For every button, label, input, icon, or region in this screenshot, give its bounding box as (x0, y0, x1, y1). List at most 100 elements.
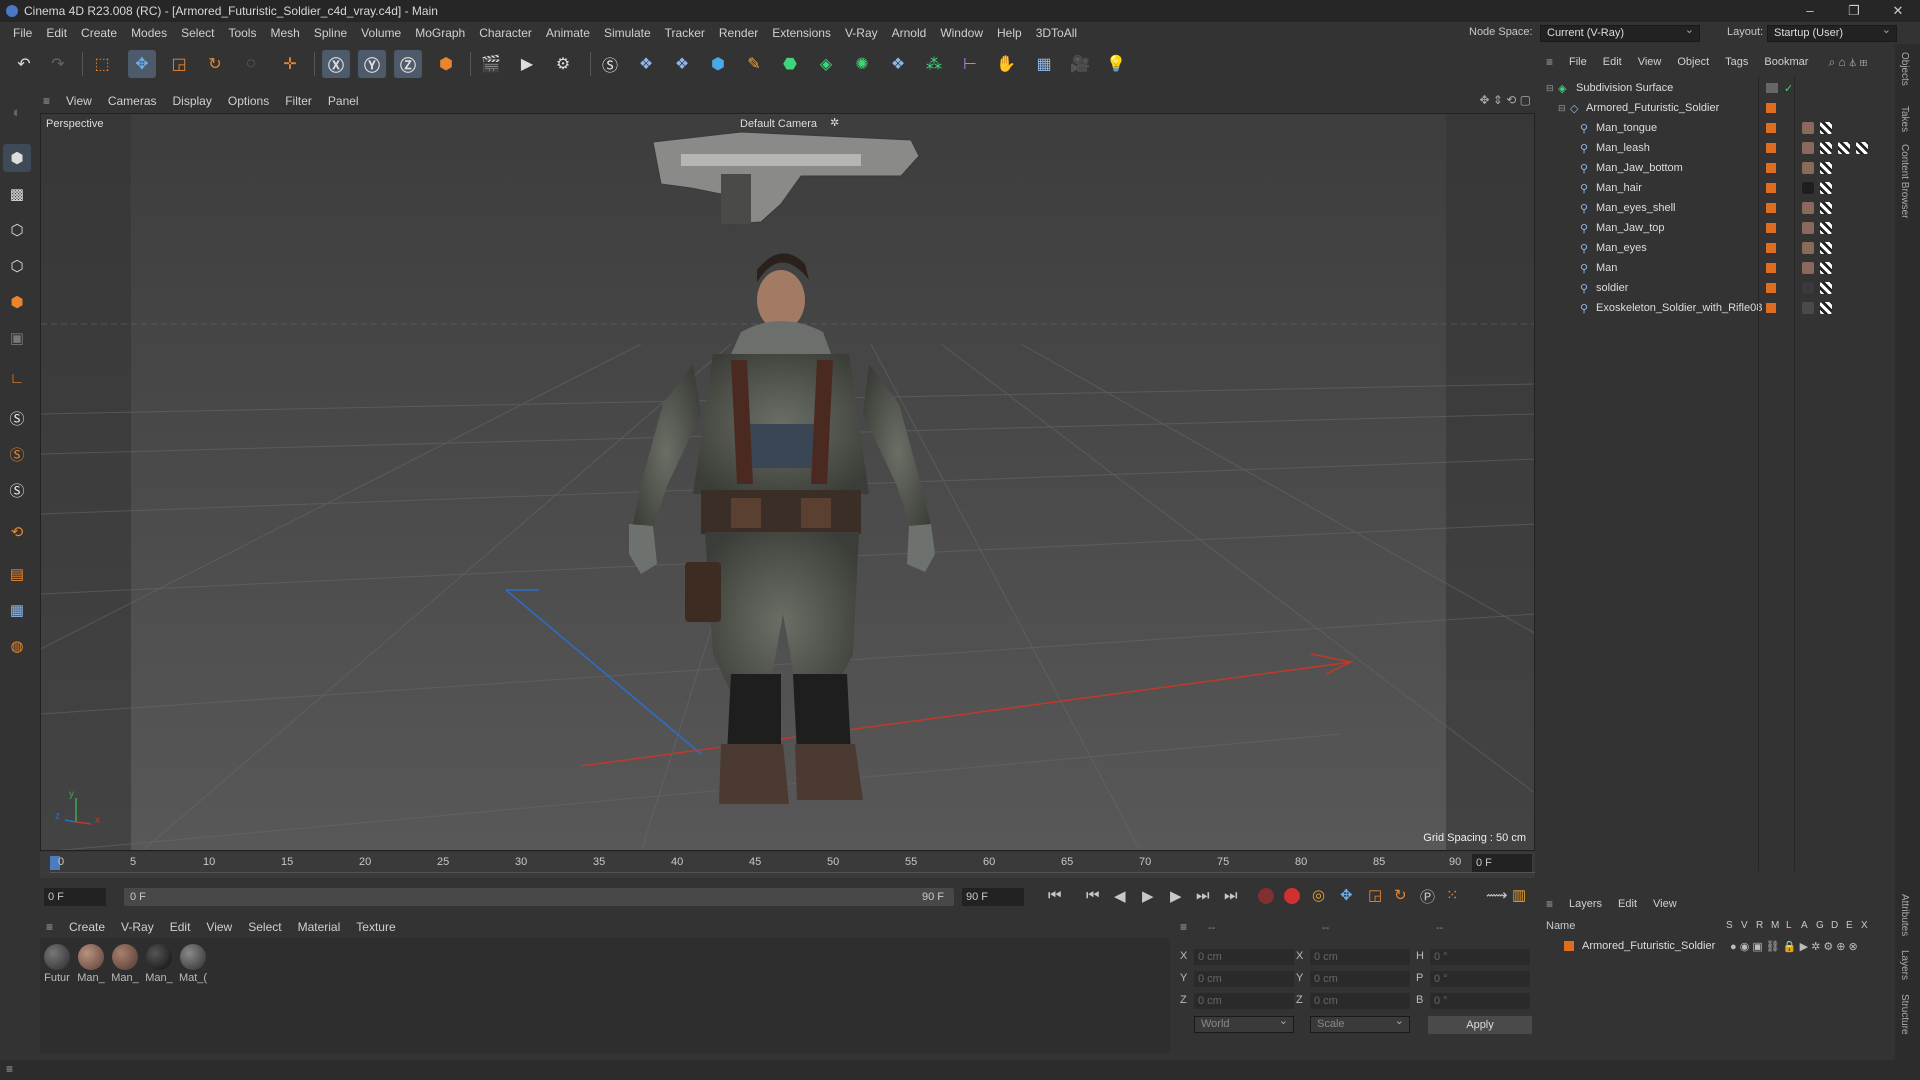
points-mode-icon[interactable]: ⬡ (3, 216, 31, 244)
cube-primitive-icon[interactable]: ⬢ (704, 50, 732, 78)
snap-icon[interactable]: ◍ (3, 632, 31, 660)
layout-select[interactable]: Startup (User) (1767, 23, 1897, 42)
vray-icon-2[interactable]: Ⓢ (3, 440, 31, 468)
next-frame-icon[interactable]: ▶ (1170, 887, 1182, 905)
grid-icon[interactable]: ▦ (3, 596, 31, 624)
perspective-viewport[interactable]: Perspective Default Camera ✲ Grid Spacin… (40, 113, 1535, 851)
size-z-field[interactable]: 0 cm (1310, 993, 1410, 1009)
light-object-icon[interactable]: 💡 (1102, 50, 1130, 78)
status-menu-icon[interactable]: ≡ (6, 1062, 13, 1076)
menu-simulate[interactable]: Simulate (597, 26, 658, 40)
object-menu-tags[interactable]: Tags (1717, 56, 1756, 68)
previous-frame-icon[interactable]: ◀ (1114, 887, 1126, 905)
menu-render[interactable]: Render (712, 26, 765, 40)
scale-tool-icon[interactable]: ◲ (165, 50, 193, 78)
pen-spline-icon[interactable]: ✎ (740, 50, 768, 78)
vray-icon-1[interactable]: Ⓢ (3, 404, 31, 432)
render-picture-viewer-icon[interactable]: ▶ (513, 50, 541, 78)
rotation-h-field[interactable]: 0 ° (1430, 949, 1530, 965)
range-slider[interactable]: 0 F 90 F (124, 888, 954, 906)
python-script-3-icon[interactable]: ❖ (884, 50, 912, 78)
collapse-icon[interactable]: ⊟ (1558, 103, 1566, 114)
viewport-menu-filter[interactable]: Filter (277, 94, 320, 108)
object-menu-view[interactable]: View (1630, 56, 1670, 68)
tree-row[interactable]: ⊟ ◈ Subdivision Surface ✓ (1540, 78, 1895, 98)
viewport-navigation-icons[interactable]: ✥ ⇕ ⟲ ▢ (1479, 93, 1531, 107)
menu-mesh[interactable]: Mesh (263, 26, 306, 40)
material-menu-vray[interactable]: V-Ray (113, 920, 162, 934)
uvw-tag-icon[interactable] (1820, 222, 1832, 234)
uv-mode-icon[interactable]: ▣ (3, 324, 31, 352)
object-menu-icon[interactable]: ≡ (1546, 55, 1553, 69)
make-editable-icon[interactable]: ◐ (3, 98, 31, 126)
go-to-end-icon[interactable]: ⏭ (1224, 887, 1238, 904)
edges-mode-icon[interactable]: ⬡ (3, 252, 31, 280)
texture-mode-icon[interactable]: ▩ (3, 180, 31, 208)
menu-edit[interactable]: Edit (39, 26, 74, 40)
position-key-icon[interactable]: ✥ (1340, 886, 1353, 904)
timeline-ruler[interactable]: 0 5 10 15 20 25 30 35 40 45 50 55 60 65 … (40, 852, 1535, 878)
uvw-tag-icon[interactable] (1820, 262, 1832, 274)
camera-object-icon[interactable]: 🎥 (1066, 50, 1094, 78)
uvw-tag-icon[interactable] (1820, 202, 1832, 214)
tree-row[interactable]: ⚲ Man_hair (1540, 178, 1895, 198)
menu-spline[interactable]: Spline (307, 26, 354, 40)
tree-row[interactable]: ⚲ Man_eyes_shell (1540, 198, 1895, 218)
model-mode-icon[interactable]: ⬢ (3, 144, 31, 172)
rotation-b-field[interactable]: 0 ° (1430, 993, 1530, 1009)
layer-menu-icon[interactable]: ≡ (1546, 897, 1553, 911)
camera-icon[interactable]: ✲ (830, 116, 839, 129)
floor-icon[interactable]: ▦ (1030, 50, 1058, 78)
size-y-field[interactable]: 0 cm (1310, 971, 1410, 987)
python-script-icon[interactable]: ❖ (632, 50, 660, 78)
menu-select[interactable]: Select (174, 26, 221, 40)
previous-key-icon[interactable]: ⏮ (1086, 887, 1100, 904)
viewport-menu-cameras[interactable]: Cameras (100, 94, 165, 108)
field-icon[interactable]: ⊢ (956, 50, 984, 78)
uvw-tag-icon[interactable] (1820, 142, 1832, 154)
mograph-cloner-icon[interactable]: ✺ (848, 50, 876, 78)
viewport-menu-icon[interactable]: ≡ (43, 94, 50, 108)
rotation-p-field[interactable]: 0 ° (1430, 971, 1530, 987)
workplane-icon[interactable]: ▤ (3, 560, 31, 588)
material-tag-icon[interactable] (1802, 242, 1814, 254)
axis-mode-icon[interactable]: ∟ (3, 364, 31, 392)
side-tab-structure[interactable]: Structure (1899, 994, 1910, 1035)
menu-arnold[interactable]: Arnold (885, 26, 934, 40)
menu-window[interactable]: Window (933, 26, 990, 40)
collapse-icon[interactable]: ⊟ (1546, 83, 1554, 94)
menu-volume[interactable]: Volume (354, 26, 408, 40)
current-frame-field[interactable]: 0 F (1472, 854, 1532, 872)
motion-clip-icon[interactable]: ⟿ (1486, 886, 1508, 904)
redo-icon[interactable]: ↷ (44, 50, 72, 78)
subdivision-icon[interactable]: ⬣ (776, 50, 804, 78)
generator-icon[interactable]: ◈ (812, 50, 840, 78)
deformer-icon[interactable]: ⁂ (920, 50, 948, 78)
scale-key-icon[interactable]: ◲ (1368, 886, 1382, 904)
vray-logo-icon[interactable]: Ⓢ (596, 50, 624, 78)
layer-toggle-icons[interactable]: ● ◉ ▣ ⛓ 🔒 ▶ ✲ ⚙ ⊕ ⊗ (1730, 940, 1858, 953)
object-menu-edit[interactable]: Edit (1595, 56, 1630, 68)
y-axis-lock-icon[interactable]: Ⓨ (358, 50, 386, 78)
tree-row[interactable]: ⊟ ◇ Armored_Futuristic_Soldier (1540, 98, 1895, 118)
menu-animate[interactable]: Animate (539, 26, 597, 40)
material-tag-icon[interactable] (1802, 122, 1814, 134)
menu-vray[interactable]: V-Ray (838, 26, 885, 40)
next-key-icon[interactable]: ⏭ (1196, 887, 1210, 904)
material-menu-edit[interactable]: Edit (162, 920, 199, 934)
viewport-camera-label[interactable]: Default Camera (740, 118, 817, 130)
viewport-menu-panel[interactable]: Panel (320, 94, 367, 108)
side-tab-layers[interactable]: Layers (1899, 950, 1910, 980)
viewport-menu-display[interactable]: Display (165, 94, 220, 108)
material-menu-create[interactable]: Create (61, 920, 113, 934)
rotate-tool-icon[interactable]: ↻ (201, 50, 229, 78)
material-item[interactable]: Man_ (110, 944, 140, 984)
node-space-select[interactable]: Current (V-Ray) (1540, 23, 1700, 42)
menu-mograph[interactable]: MoGraph (408, 26, 472, 40)
object-search-icon[interactable]: ⌕ ⌂ ⏃ ⊞ (1828, 55, 1867, 70)
layer-menu-view[interactable]: View (1645, 898, 1685, 910)
move-tool-icon[interactable]: ✥ (128, 50, 156, 78)
uvw-tag-icon[interactable] (1838, 142, 1850, 154)
side-tab-attributes[interactable]: Attributes (1899, 894, 1910, 936)
material-tag-icon[interactable] (1802, 142, 1814, 154)
